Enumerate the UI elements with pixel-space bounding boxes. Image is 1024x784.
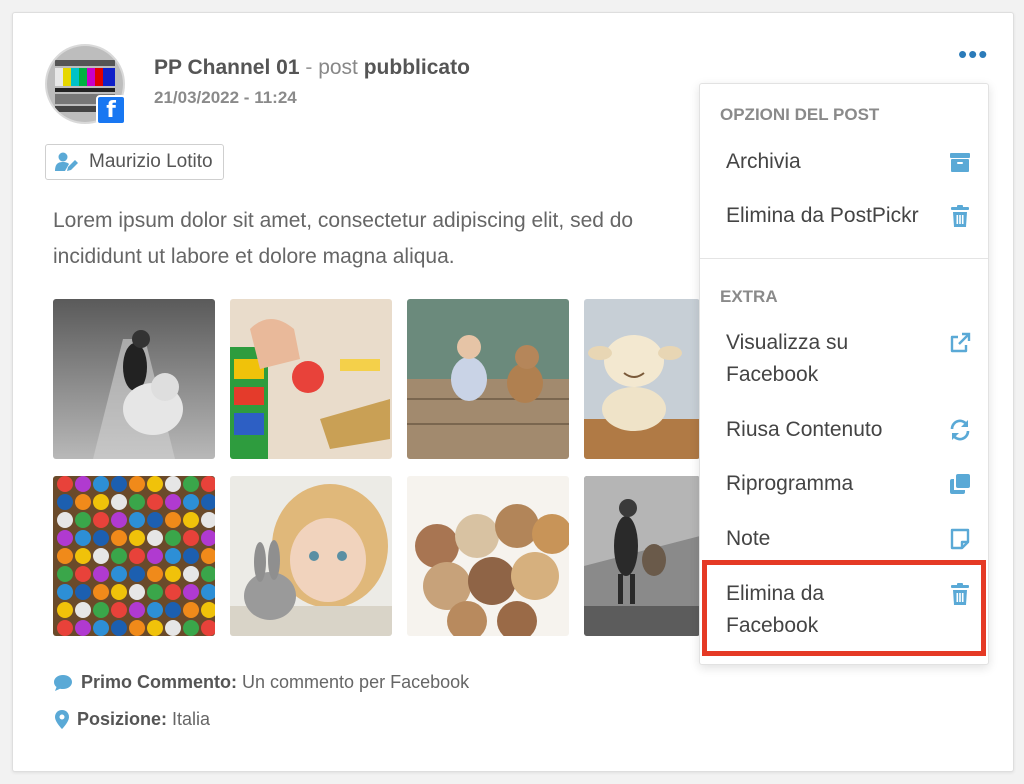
post-status: pubblicato [363, 56, 470, 79]
photo-girl-with-teddy-bw[interactable] [53, 299, 215, 459]
first-comment-line: Primo Commento: Un commento per Facebook [53, 672, 469, 693]
more-options-icon[interactable]: ••• [958, 41, 987, 68]
user-edit-icon [55, 152, 78, 171]
post-text-line-2: incididunt ut labore et dolore magna ali… [53, 245, 455, 268]
post-date: 21/03/2022 - 11:24 [154, 88, 297, 107]
map-marker-icon [55, 710, 69, 729]
channel-name[interactable]: PP Channel 01 [154, 56, 300, 79]
post-word: post [318, 56, 358, 79]
photo-sheep-plush[interactable] [584, 299, 700, 459]
menu-item-archive[interactable]: Archivia [726, 146, 972, 178]
first-comment-label: Primo Commento: [81, 672, 238, 692]
location-value: Italia [172, 709, 211, 729]
menu-item-reuse-content-label: Riusa Contenuto [726, 418, 883, 441]
menu-item-notes-label: Note [726, 527, 771, 550]
photo-child-and-teddy-on-dock[interactable] [407, 299, 569, 459]
menu-item-reschedule[interactable]: Riprogramma [726, 468, 972, 500]
sticky-note-icon [950, 528, 970, 550]
external-link-icon [950, 332, 971, 353]
sync-icon [950, 419, 970, 441]
photo-girl-with-teddy-bw-2[interactable] [584, 476, 700, 636]
menu-item-view-on-facebook-line1: Visualizza su [726, 331, 849, 354]
photo-pile-of-teddy-bears[interactable] [407, 476, 569, 636]
menu-item-reuse-content[interactable]: Riusa Contenuto [726, 414, 972, 446]
archive-icon [950, 153, 970, 172]
photo-marbles[interactable] [53, 476, 215, 636]
menu-divider [700, 258, 988, 259]
photo-girl-with-bunny[interactable] [230, 476, 392, 636]
separator: - [299, 56, 319, 79]
location-label: Posizione: [77, 709, 168, 729]
menu-item-reschedule-label: Riprogramma [726, 472, 854, 495]
first-comment-value: Un commento per Facebook [242, 672, 470, 692]
post-header: PP Channel 01 - post pubblicato [154, 56, 470, 80]
post-text-line-1: Lorem ipsum dolor sit amet, consectetur … [53, 209, 634, 232]
photo-toy-blocks[interactable] [230, 299, 392, 459]
highlight-box [702, 560, 986, 656]
post-text: Lorem ipsum dolor sit amet, consectetur … [53, 203, 713, 275]
menu-item-delete-postpickr[interactable]: Elimina da PostPickr [726, 200, 972, 232]
menu-item-view-on-facebook-line2: Facebook [726, 363, 819, 386]
facebook-icon: f [96, 95, 126, 125]
menu-header-extra: EXTRA [720, 287, 778, 306]
trash-icon [951, 205, 969, 227]
menu-item-notes[interactable]: Note [726, 523, 972, 555]
menu-item-archive-label: Archivia [726, 150, 801, 173]
menu-header-options: OPZIONI DEL POST [720, 105, 880, 124]
author-name: Maurizio Lotito [89, 151, 213, 172]
menu-item-delete-postpickr-label: Elimina da PostPickr [726, 204, 919, 227]
author-chip: Maurizio Lotito [45, 144, 224, 180]
menu-item-view-on-facebook[interactable]: Visualizza su Facebook [726, 327, 972, 391]
location-line: Posizione: Italia [55, 709, 210, 730]
clone-icon [950, 474, 970, 494]
comment-icon [54, 674, 72, 691]
